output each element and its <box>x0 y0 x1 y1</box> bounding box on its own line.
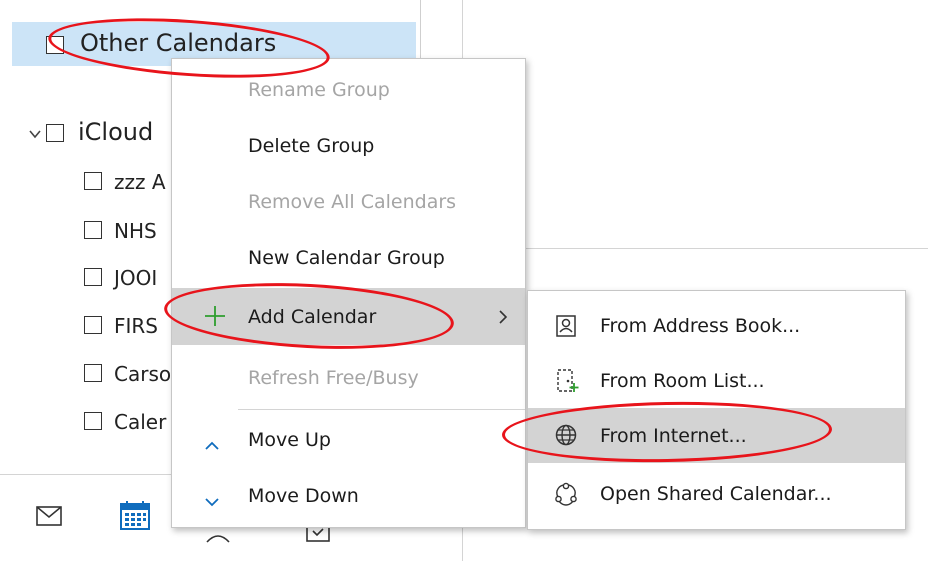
menu-item-new-calendar-group[interactable]: New Calendar Group <box>172 232 525 284</box>
menu-item-label: Refresh Free/Busy <box>248 367 419 389</box>
menu-separator <box>238 409 525 410</box>
menu-item-label: Remove All Calendars <box>248 191 457 213</box>
calendar-icon[interactable] <box>119 500 151 534</box>
submenu-item-label: From Internet... <box>600 424 747 447</box>
menu-item-move-up[interactable]: Move Up <box>172 414 525 466</box>
menu-item-label: New Calendar Group <box>248 247 445 269</box>
submenu-item-label: From Address Book... <box>600 315 801 337</box>
submenu-item-label: Open Shared Calendar... <box>600 483 832 505</box>
chevron-down-icon <box>204 490 220 512</box>
calendar-checkbox[interactable] <box>84 172 102 190</box>
menu-item-refresh-free-busy[interactable]: Refresh Free/Busy <box>172 352 525 404</box>
people-icon[interactable] <box>205 528 231 547</box>
menu-item-delete-group[interactable]: Delete Group <box>172 120 525 172</box>
chevron-right-icon <box>498 308 508 330</box>
menu-item-label: Move Down <box>248 485 359 507</box>
calendar-checkbox[interactable] <box>84 316 102 334</box>
tasks-icon[interactable] <box>306 526 330 546</box>
chevron-up-icon <box>204 434 220 456</box>
address-book-icon <box>556 315 576 342</box>
calendar-label[interactable]: JOOI <box>114 266 157 290</box>
calendar-label[interactable]: FIRS <box>114 314 158 338</box>
chevron-down-icon[interactable] <box>28 126 42 140</box>
menu-item-label: Delete Group <box>248 135 375 157</box>
menu-item-label: Add Calendar <box>248 305 377 328</box>
menu-item-label: Rename Group <box>248 79 390 101</box>
calendar-label[interactable]: Caler <box>114 410 166 434</box>
room-list-icon <box>556 369 580 398</box>
calendar-checkbox[interactable] <box>84 221 102 239</box>
calendar-checkbox[interactable] <box>84 268 102 286</box>
calendar-checkbox[interactable] <box>84 412 102 430</box>
calendar-checkbox[interactable] <box>84 364 102 382</box>
menu-item-rename-group[interactable]: Rename Group <box>172 64 525 116</box>
content-divider <box>462 248 928 249</box>
menu-item-remove-all-calendars[interactable]: Remove All Calendars <box>172 176 525 228</box>
other-calendars-checkbox[interactable] <box>46 36 64 54</box>
icloud-checkbox[interactable] <box>46 124 64 142</box>
calendar-label[interactable]: zzz A <box>114 170 166 194</box>
mail-icon[interactable] <box>36 506 62 530</box>
calendar-label[interactable]: NHS <box>114 219 157 243</box>
plus-icon <box>204 305 226 332</box>
icloud-group-label: iCloud <box>78 118 154 146</box>
calendar-label[interactable]: Carso <box>114 362 171 386</box>
shared-calendar-icon <box>554 482 578 511</box>
group-context-menu: Rename Group Delete Group Remove All Cal… <box>171 58 526 528</box>
menu-item-add-calendar[interactable]: Add Calendar <box>172 288 525 345</box>
submenu-item-from-room-list[interactable]: From Room List... <box>528 355 905 407</box>
submenu-item-from-internet[interactable]: From Internet... <box>528 408 905 463</box>
submenu-item-from-address-book[interactable]: From Address Book... <box>528 300 905 352</box>
menu-item-label: Move Up <box>248 429 331 451</box>
submenu-item-label: From Room List... <box>600 370 765 392</box>
submenu-item-open-shared-calendar[interactable]: Open Shared Calendar... <box>528 468 905 520</box>
other-calendars-label: Other Calendars <box>80 29 277 57</box>
menu-item-move-down[interactable]: Move Down <box>172 470 525 522</box>
globe-icon <box>555 424 577 451</box>
add-calendar-submenu: From Address Book... From Room List... F… <box>527 290 906 530</box>
